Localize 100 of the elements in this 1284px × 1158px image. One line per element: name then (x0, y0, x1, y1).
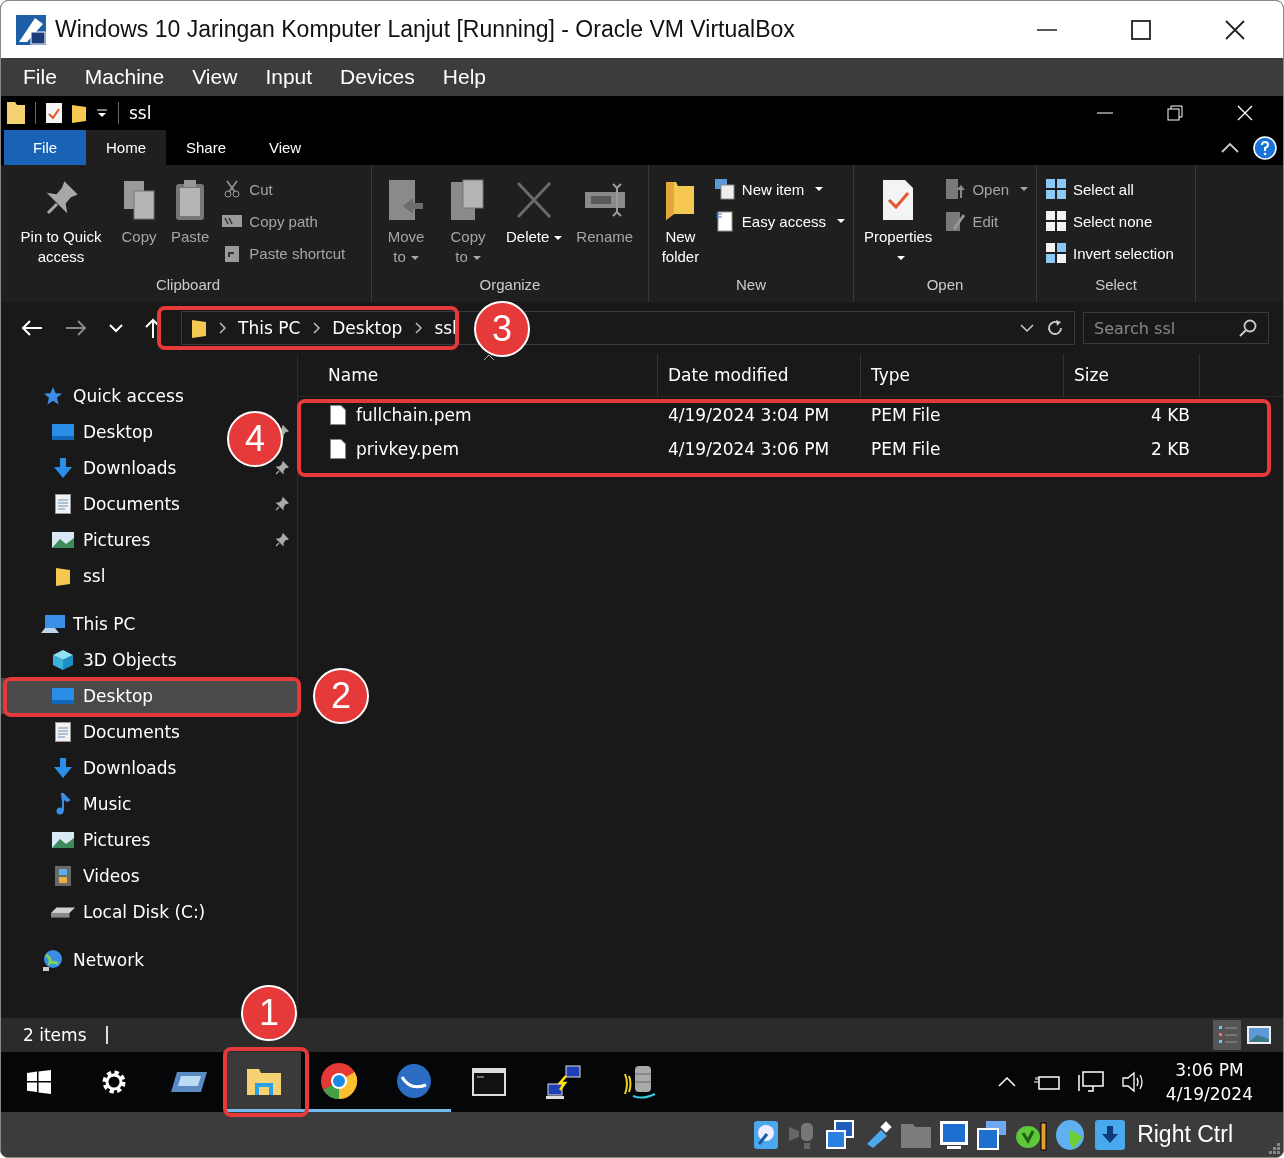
document-arrow-icon (387, 178, 425, 222)
ribbon-button[interactable]: New folder (653, 171, 708, 276)
breadcrumb-item[interactable]: ssl (434, 318, 457, 338)
dropdown-icon[interactable] (96, 107, 108, 119)
download-icon (54, 458, 72, 478)
window-title: Windows 10 Jaringan Komputer Lanjut [Running] - Oracle VM VirtualBox (55, 16, 795, 43)
ribbon-tab[interactable]: File (4, 130, 86, 165)
ribbon-button[interactable]: Delete (500, 171, 569, 276)
window-title: ssl (129, 103, 152, 123)
folder-icon (192, 318, 206, 338)
collapse-icon[interactable] (1221, 141, 1239, 154)
tree-item[interactable]: Documents (1, 486, 186, 522)
help-icon[interactable] (1253, 135, 1277, 160)
network-icon (41, 949, 65, 971)
terminal-icon (471, 1068, 506, 1096)
music-note-icon (55, 793, 71, 815)
group-label: Select (1094, 276, 1138, 295)
taskbar-button[interactable] (226, 1052, 301, 1112)
tree-item[interactable]: ssl (1, 558, 112, 594)
document-icon (55, 494, 71, 514)
folder-icon[interactable] (72, 103, 86, 123)
column-header[interactable]: Size (1064, 354, 1200, 396)
tree-item[interactable]: Pictures (1, 522, 157, 558)
refresh-icon[interactable] (1046, 319, 1064, 337)
chevron-right-icon (414, 322, 423, 334)
ribbon-button[interactable]: Properties (858, 171, 939, 276)
menu-item[interactable]: Help (442, 65, 486, 89)
file-name: fullchain.pem (356, 405, 472, 425)
resize-grip-icon[interactable] (1267, 1141, 1281, 1155)
group-label: New (735, 276, 767, 295)
tree-item[interactable]: Network (1, 942, 297, 978)
volume-icon[interactable] (1121, 1071, 1146, 1093)
group-label: Organize (478, 276, 542, 295)
ribbon-button[interactable]: Select all (1041, 175, 1178, 203)
close-icon[interactable] (1225, 19, 1245, 40)
tree-item[interactable]: Documents (1, 714, 186, 750)
file-row[interactable]: fullchain.pem 4/19/2024 3:04 PM PEM File 4 KB (298, 399, 1283, 431)
ribbon-button[interactable]: Invert selection (1041, 239, 1178, 267)
back-icon[interactable] (21, 319, 43, 337)
folder-icon (901, 1121, 932, 1148)
film-icon (55, 866, 71, 886)
browser-icon (319, 1061, 358, 1100)
forward-icon[interactable] (65, 319, 87, 337)
chevron-down-icon[interactable] (1020, 323, 1034, 333)
pictures-icon (52, 832, 74, 848)
battery-icon[interactable] (1033, 1074, 1060, 1090)
ribbon-tab[interactable]: Home (86, 130, 166, 165)
column-header[interactable]: Type (861, 354, 1064, 396)
menu-item[interactable]: Devices (340, 65, 415, 89)
delete-icon (515, 180, 554, 220)
edit-icon (945, 210, 966, 232)
folder-icon (56, 566, 70, 586)
ribbon-tab[interactable]: Share (166, 130, 247, 165)
tree-item[interactable]: Videos (1, 858, 146, 894)
breadcrumb-item[interactable]: This PC (238, 318, 301, 338)
file-icon (330, 439, 346, 459)
pictures-icon (52, 532, 74, 548)
open-icon (945, 178, 966, 200)
virtualbox-icon (15, 13, 47, 46)
ribbon-button[interactable]: Select none (1041, 207, 1178, 235)
clock[interactable]: 3:06 PM 4/19/2024 (1165, 1060, 1253, 1104)
tree-item[interactable]: Quick access (1, 378, 297, 414)
computer-icon (41, 615, 65, 633)
network-icon[interactable] (1077, 1071, 1104, 1093)
tree-item[interactable]: Desktop (1, 414, 160, 450)
tree-item[interactable]: Downloads (1, 750, 183, 786)
search-field[interactable]: Search ssl (1083, 312, 1269, 344)
details-view-icon[interactable] (1213, 1020, 1241, 1050)
menu-item[interactable]: Input (265, 65, 313, 89)
column-header[interactable]: Date modified (658, 354, 861, 396)
ribbon-button[interactable]: Pin to Quick access (9, 171, 113, 276)
new-item-icon (713, 178, 736, 200)
grid-icon (1046, 211, 1066, 231)
menu-item[interactable]: Machine (84, 65, 165, 89)
chevron-up-icon[interactable] (997, 1077, 1016, 1087)
tree-item[interactable]: Local Disk (C:) (1, 894, 212, 930)
tree-item[interactable]: Downloads (1, 450, 183, 486)
file-row[interactable]: privkey.pem 4/19/2024 3:06 PM PEM File 2 KB (298, 433, 1283, 465)
tree-item[interactable]: This PC (1, 606, 297, 642)
file-icon (330, 405, 346, 425)
tree-item[interactable]: 3D Objects (1, 642, 183, 678)
ribbon-tab[interactable]: View (246, 130, 325, 165)
properties-icon (881, 178, 916, 222)
item-count: 2 items (23, 1025, 87, 1045)
breadcrumb-item[interactable]: Desktop (332, 318, 403, 338)
document-icon (715, 210, 734, 232)
maximize-icon[interactable] (1131, 19, 1151, 40)
tree-item[interactable]: Music (1, 786, 138, 822)
download-icon (54, 758, 72, 778)
clock-date: 4/19/2024 (1165, 1084, 1253, 1104)
ribbon-button[interactable]: Easy access (709, 207, 849, 235)
menu-item[interactable]: File (23, 65, 57, 89)
ribbon-button[interactable]: New item (709, 175, 849, 203)
tree-item[interactable]: Pictures (1, 822, 157, 858)
picture-view-icon[interactable] (1247, 1026, 1271, 1044)
windows-logo-icon (26, 1070, 51, 1094)
menu-item[interactable]: View (192, 65, 238, 89)
properties-icon[interactable] (46, 103, 62, 123)
step-badge: 4 (227, 411, 283, 467)
restore-icon[interactable] (1167, 105, 1183, 121)
